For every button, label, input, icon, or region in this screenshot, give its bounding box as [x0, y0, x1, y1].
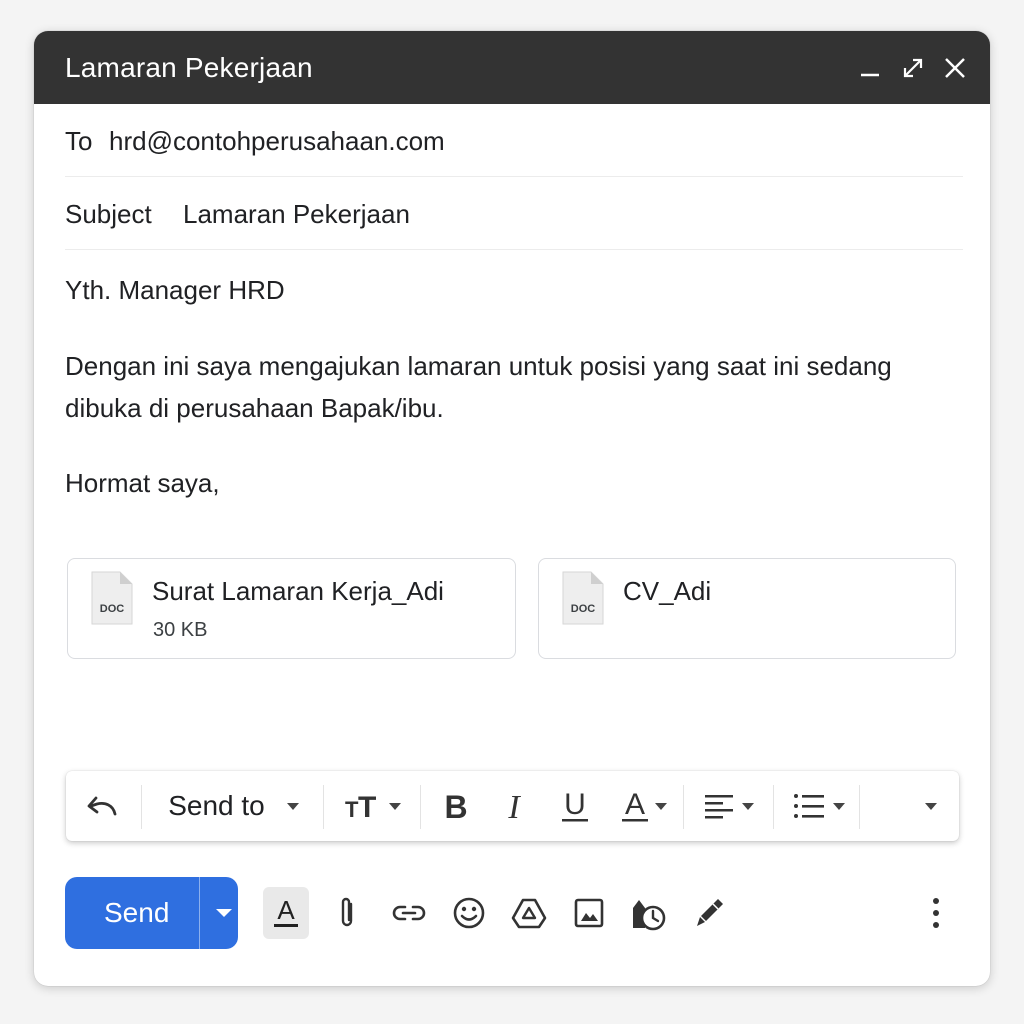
- text-color-button[interactable]: A: [616, 771, 672, 841]
- formatting-toolbar: Send to T T B I U A: [66, 771, 959, 841]
- attachment-card[interactable]: DOC CV_Adi: [538, 558, 956, 659]
- chevron-down-icon: [215, 909, 232, 917]
- numbered-list-button[interactable]: [788, 771, 850, 841]
- closing-text: Hormat saya,: [65, 468, 220, 498]
- attachment-name: Surat Lamaran Kerja_Adi: [152, 576, 444, 606]
- photo-icon: [574, 898, 604, 928]
- link-button[interactable]: [386, 887, 432, 939]
- window-title: Lamaran Pekerjaan: [65, 52, 313, 83]
- drive-button[interactable]: [506, 887, 552, 939]
- send-to-label: Send to: [168, 790, 265, 821]
- chevron-down-icon: [655, 802, 667, 810]
- link-icon: [392, 905, 426, 921]
- italic-icon: I: [507, 790, 521, 822]
- undo-icon: [87, 796, 117, 816]
- drive-icon: [511, 898, 547, 929]
- numbered-list-icon: [794, 794, 824, 818]
- attach-icon: [341, 897, 353, 927]
- doc-type-label: DOC: [571, 603, 596, 615]
- text-size-icon: T T: [345, 792, 376, 820]
- minimize-icon: [861, 73, 879, 77]
- undo-button[interactable]: [76, 771, 128, 841]
- signature-button[interactable]: [686, 887, 732, 939]
- text-size-button[interactable]: T T: [338, 771, 408, 841]
- emoji-button[interactable]: [446, 887, 492, 939]
- svg-text:I: I: [507, 790, 521, 822]
- align-button[interactable]: [698, 771, 760, 841]
- body-paragraph-line2: dibuka di perusahaan Bapak/ibu.: [65, 393, 444, 423]
- attachment-card[interactable]: DOC Surat Lamaran Kerja_Adi 30 KB: [67, 558, 516, 659]
- to-field[interactable]: hrd@contohperusahaan.com: [109, 126, 445, 157]
- signature-icon: [697, 899, 723, 926]
- greeting-text: Yth. Manager HRD: [65, 275, 285, 305]
- formatting-options-icon: A: [274, 896, 298, 927]
- chevron-down-icon: [389, 802, 401, 810]
- expand-icon: [903, 58, 923, 78]
- minimize-button[interactable]: [855, 53, 885, 83]
- expand-button[interactable]: [898, 53, 928, 83]
- doc-type-label: DOC: [100, 603, 125, 615]
- svg-text:B: B: [444, 790, 467, 822]
- close-button[interactable]: [940, 53, 970, 83]
- doc-file-icon: DOC: [562, 571, 604, 625]
- schedule-send-button[interactable]: [626, 887, 672, 939]
- chevron-down-icon: [833, 802, 845, 810]
- compose-window: Lamaran Pekerjaan To hrd@contohperusahaa…: [34, 31, 990, 986]
- attachment-name: CV_Adi: [623, 576, 712, 606]
- to-row[interactable]: To hrd@contohperusahaan.com: [65, 104, 963, 177]
- text-color-icon: A: [622, 789, 648, 822]
- emoji-icon: [453, 897, 485, 929]
- formatting-options-button[interactable]: A: [263, 887, 309, 939]
- svg-text:A: A: [277, 896, 295, 925]
- svg-text:A: A: [625, 789, 645, 821]
- send-options-button[interactable]: [209, 877, 238, 949]
- attachment-size: 30 KB: [153, 619, 208, 641]
- body-paragraph-line1: Dengan ini saya mengajukan lamaran untuk…: [65, 351, 892, 381]
- align-icon: [705, 795, 733, 819]
- title-bar: Lamaran Pekerjaan: [34, 31, 990, 104]
- to-label: To: [65, 126, 93, 156]
- more-options-icon: [933, 898, 939, 928]
- bold-icon: B: [444, 790, 467, 822]
- doc-file-icon: DOC: [91, 571, 133, 625]
- subject-field[interactable]: Lamaran Pekerjaan: [183, 199, 410, 230]
- photo-button[interactable]: [566, 887, 612, 939]
- chevron-down-icon: [286, 802, 299, 810]
- svg-text:U: U: [564, 789, 586, 821]
- more-options-button[interactable]: [913, 887, 959, 939]
- subject-row[interactable]: Subject Lamaran Pekerjaan: [65, 177, 963, 250]
- send-divider: [199, 877, 200, 949]
- svg-text:T: T: [345, 797, 359, 820]
- send-label: Send: [104, 897, 170, 928]
- more-formatting-icon: [925, 802, 937, 810]
- italic-button[interactable]: I: [494, 771, 534, 841]
- send-button[interactable]: Send: [65, 877, 238, 949]
- svg-text:T: T: [358, 792, 376, 820]
- underline-icon: U: [562, 789, 588, 822]
- close-icon: [945, 58, 965, 78]
- more-formatting-button[interactable]: [916, 771, 946, 841]
- bold-button[interactable]: B: [436, 771, 476, 841]
- chevron-down-icon: [742, 802, 754, 810]
- subject-label: Subject: [65, 199, 152, 229]
- attach-button[interactable]: [324, 887, 370, 939]
- schedule-send-icon: [633, 900, 666, 931]
- send-to-dropdown[interactable]: Send to: [156, 771, 311, 841]
- underline-button[interactable]: U: [554, 771, 596, 841]
